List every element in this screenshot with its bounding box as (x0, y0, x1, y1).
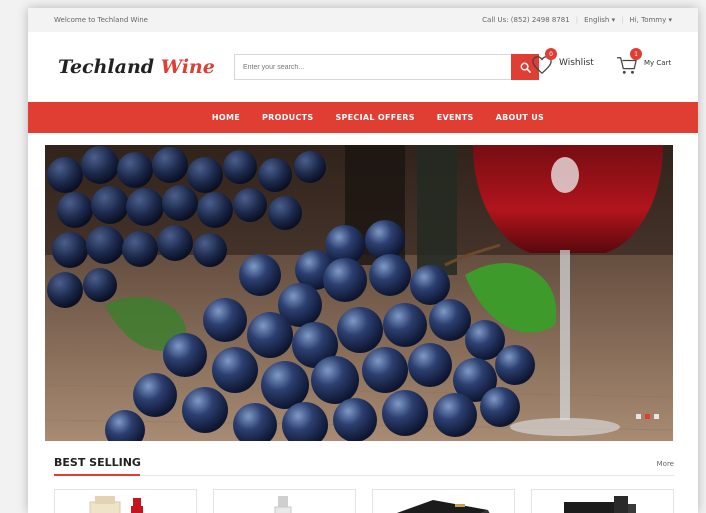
slider-dot[interactable] (636, 414, 641, 419)
slider-dots (636, 414, 659, 419)
cart-icon-wrap: 1 (616, 48, 642, 74)
product-card[interactable] (213, 489, 356, 513)
cart-label: My Cart (644, 59, 672, 67)
product-image (396, 500, 490, 513)
product-image (274, 496, 292, 513)
divider: | (575, 16, 579, 24)
product-row (54, 489, 674, 513)
logo-accent-text: Wine (160, 56, 215, 78)
divider: | (621, 16, 624, 24)
hero-banner[interactable] (45, 145, 673, 441)
slider-dot-active[interactable] (645, 414, 650, 419)
user-menu[interactable]: Hi, Tommy ▾ (629, 16, 672, 24)
product-image (89, 496, 143, 513)
product-card[interactable] (372, 489, 515, 513)
more-link[interactable]: More (657, 460, 674, 468)
hero-image (45, 145, 673, 441)
best-selling-header: BEST SELLING More (54, 454, 674, 476)
search-input[interactable] (235, 55, 511, 79)
nav-item-about-us[interactable]: ABOUT US (496, 113, 545, 122)
cart-count-badge: 1 (630, 48, 642, 60)
section-title: BEST SELLING (54, 456, 141, 469)
nav-item-home[interactable]: HOME (212, 113, 240, 122)
cart-link[interactable]: 1 My Cart (616, 48, 672, 74)
call-us-text: Call Us: (852) 2498 8781 (482, 16, 570, 24)
nav-item-special-offers[interactable]: SPECIAL OFFERS (335, 113, 414, 122)
search-bar (234, 54, 539, 80)
search-icon (520, 62, 531, 73)
browser-frame: Welcome to Techland Wine Call Us: (852) … (28, 8, 698, 513)
top-bar: Welcome to Techland Wine Call Us: (852) … (28, 8, 698, 32)
wishlist-label: Wishlist (559, 58, 594, 68)
product-card[interactable] (531, 489, 674, 513)
language-selector[interactable]: English ▾ (584, 16, 615, 24)
main-nav: HOME PRODUCTS SPECIAL OFFERS EVENTS ABOU… (28, 102, 698, 133)
logo-main-text: Techland (58, 56, 155, 78)
wishlist-count-badge: 0 (545, 48, 557, 60)
site-logo[interactable]: Techland Wine (58, 56, 215, 78)
nav-item-products[interactable]: PRODUCTS (262, 113, 313, 122)
welcome-text: Welcome to Techland Wine (54, 16, 148, 24)
product-card[interactable] (54, 489, 197, 513)
slider-dot[interactable] (654, 414, 659, 419)
wishlist-icon-wrap: 0 (531, 48, 557, 75)
product-image (564, 496, 636, 513)
title-underline (54, 474, 140, 476)
wishlist-link[interactable]: 0 Wishlist (531, 48, 594, 75)
top-bar-right: Call Us: (852) 2498 8781 | English ▾ | H… (482, 16, 672, 24)
nav-item-events[interactable]: EVENTS (437, 113, 474, 122)
header: Techland Wine 0 Wishlist (28, 32, 698, 102)
